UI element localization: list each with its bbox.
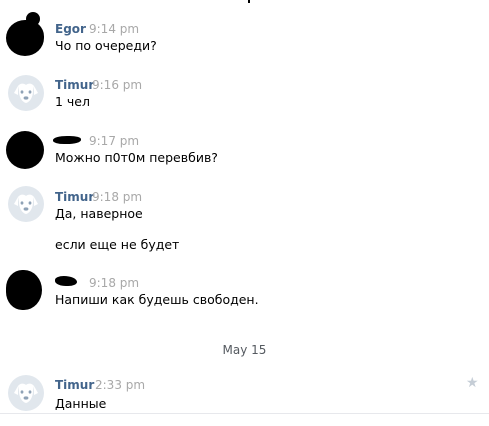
dog-avatar-icon[interactable] (8, 186, 44, 222)
star-icon[interactable]: ★ (466, 376, 479, 390)
dog-avatar-icon[interactable] (8, 75, 44, 111)
message-text: 1 чел (55, 94, 90, 109)
message-item: Timur 9:18 pm Да, наверное если еще не б… (0, 182, 489, 257)
date-separator: May 15 (222, 343, 267, 357)
redacted-name (53, 136, 81, 144)
message-time[interactable]: 9:17 pm (89, 134, 139, 148)
avatar-blot (26, 12, 40, 26)
message-item: 9:18 pm Напиши как будешь свободен. (0, 266, 489, 316)
dog-avatar-icon[interactable] (8, 375, 44, 411)
author-name[interactable]: Timur (55, 190, 94, 204)
avatar[interactable] (6, 20, 44, 56)
message-time[interactable]: 9:14 pm (89, 22, 139, 36)
author-name[interactable]: Egor (55, 22, 86, 36)
author-name[interactable]: Timur (55, 378, 94, 392)
message-time[interactable]: 9:16 pm (92, 78, 142, 92)
redacted-name (55, 276, 77, 286)
message-text: Чо по очереди? (55, 38, 157, 53)
message-text: Данные (55, 396, 107, 411)
message-text: Можно п0т0м перевбив? (55, 150, 218, 165)
message-text: Да, наверное (55, 206, 143, 221)
message-text: если еще не будет (55, 237, 180, 252)
message-time[interactable]: 2:33 pm (95, 378, 145, 392)
avatar[interactable] (6, 131, 44, 169)
message-time[interactable]: 9:18 pm (89, 276, 139, 290)
message-item: 9:17 pm Можно п0т0м перевбив? (0, 128, 489, 178)
author-name[interactable]: Timur (55, 78, 94, 92)
divider (0, 413, 489, 414)
message-time[interactable]: 9:18 pm (92, 190, 142, 204)
message-item: Timur 9:16 pm 1 чел (0, 70, 489, 120)
avatar[interactable] (6, 270, 42, 310)
message-text: Напиши как будешь свободен. (55, 292, 259, 307)
message-item: Timur 2:33 pm Данные (0, 370, 489, 414)
message-item: Egor 9:14 pm Чо по очереди? (0, 0, 489, 60)
